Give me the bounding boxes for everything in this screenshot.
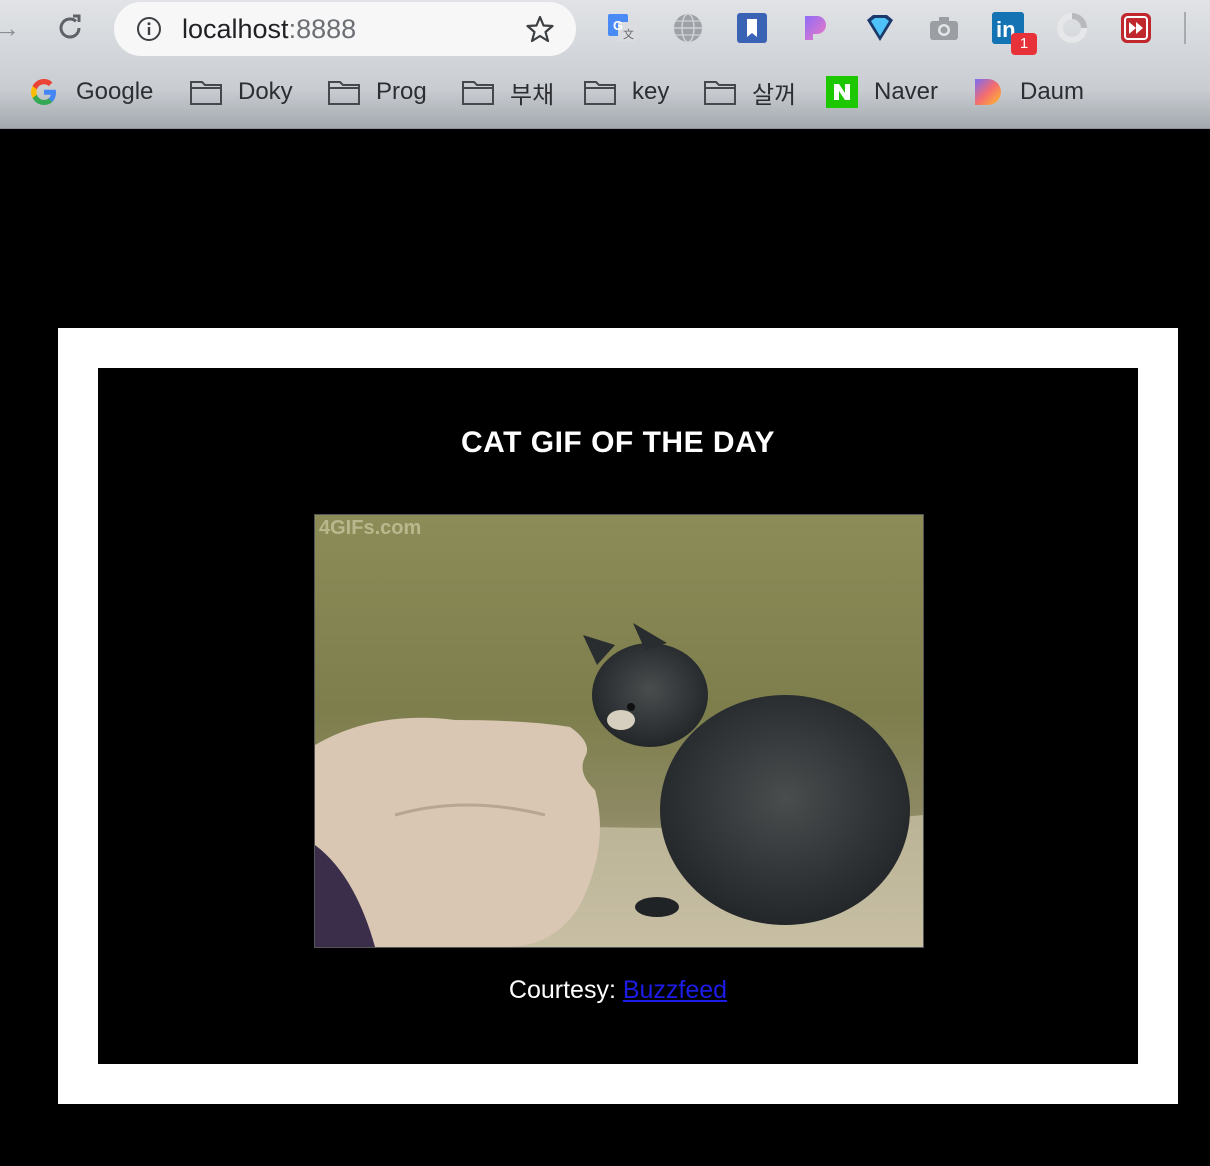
svg-text:G: G: [613, 18, 623, 33]
courtesy-caption: Courtesy: Buzzfeed: [98, 976, 1138, 1005]
bookmark-label: Daum: [1020, 78, 1085, 105]
folder-icon: [190, 77, 222, 107]
toolbar-divider: [1184, 12, 1186, 44]
svg-text:文: 文: [623, 27, 634, 41]
forward-arrow-icon[interactable]: →: [0, 12, 20, 44]
bookmark-folder-to-buy[interactable]: 살꺼: [704, 76, 797, 109]
notification-badge: 1: [1011, 33, 1037, 55]
url-text[interactable]: localhost:8888: [182, 12, 356, 46]
bookmark-label: Google: [76, 78, 154, 105]
gradient-p-icon[interactable]: [800, 12, 832, 44]
bookmark-star-icon[interactable]: [522, 12, 558, 46]
page-content: CAT GIF OF THE DAY 4GIFs.com Courtesy: B…: [0, 129, 1210, 1166]
bookmark-label: key: [632, 78, 670, 105]
courtesy-label: Courtesy:: [508, 976, 623, 1004]
info-icon[interactable]: [136, 16, 162, 42]
bookmarks-bar: Google Doky Prog 부채 key 살꺼 Naver Daum: [0, 64, 1210, 120]
bookmark-folder-doky[interactable]: Doky: [190, 76, 293, 108]
bookmark-label: 살꺼: [752, 81, 797, 109]
address-bar[interactable]: localhost:8888: [114, 2, 576, 56]
bookmark-icon[interactable]: [736, 12, 768, 44]
bookmark-label: Prog: [376, 78, 427, 105]
folder-icon: [462, 77, 494, 107]
globe-icon[interactable]: [672, 12, 704, 44]
bookmark-label: Doky: [238, 78, 293, 105]
bookmark-naver[interactable]: Naver: [826, 76, 938, 108]
linkedin-icon[interactable]: in 1: [992, 12, 1037, 55]
bookmark-label: 부채: [510, 81, 555, 109]
bookmark-google[interactable]: Google: [28, 76, 153, 108]
bookmark-label: Naver: [874, 78, 939, 105]
buzzfeed-link[interactable]: Buzzfeed: [623, 976, 727, 1004]
url-port: :8888: [288, 14, 357, 44]
folder-icon: [584, 77, 616, 107]
white-frame: CAT GIF OF THE DAY 4GIFs.com Courtesy: B…: [58, 328, 1178, 1104]
browser-chrome: → localhost:8888 G文 in 1 Google Doky Pro…: [0, 0, 1210, 129]
bookmark-folder-debt[interactable]: 부채: [462, 76, 555, 109]
bookmark-folder-prog[interactable]: Prog: [328, 76, 427, 108]
diamond-icon[interactable]: [864, 12, 896, 44]
gif-watermark: 4GIFs.com: [319, 517, 422, 539]
browser-toolbar: → localhost:8888 G文 in 1: [0, 0, 1210, 58]
url-host: localhost: [182, 14, 289, 44]
folder-icon: [328, 77, 360, 107]
cat-gif: 4GIFs.com: [314, 514, 924, 948]
folder-icon: [704, 77, 736, 107]
page-title: CAT GIF OF THE DAY: [460, 426, 775, 459]
reload-icon[interactable]: [52, 12, 88, 44]
daum-icon: [972, 77, 1004, 107]
bookmark-folder-key[interactable]: key: [584, 76, 669, 108]
google-icon: [28, 77, 60, 107]
gif-card: CAT GIF OF THE DAY 4GIFs.com Courtesy: B…: [98, 368, 1138, 1064]
camera-icon[interactable]: [928, 12, 960, 44]
google-translate-icon[interactable]: G文: [606, 12, 638, 44]
naver-icon: [826, 76, 858, 108]
bookmark-daum[interactable]: Daum: [972, 76, 1084, 108]
refresh-circle-icon[interactable]: [1056, 12, 1088, 44]
fast-forward-icon[interactable]: [1120, 12, 1152, 44]
